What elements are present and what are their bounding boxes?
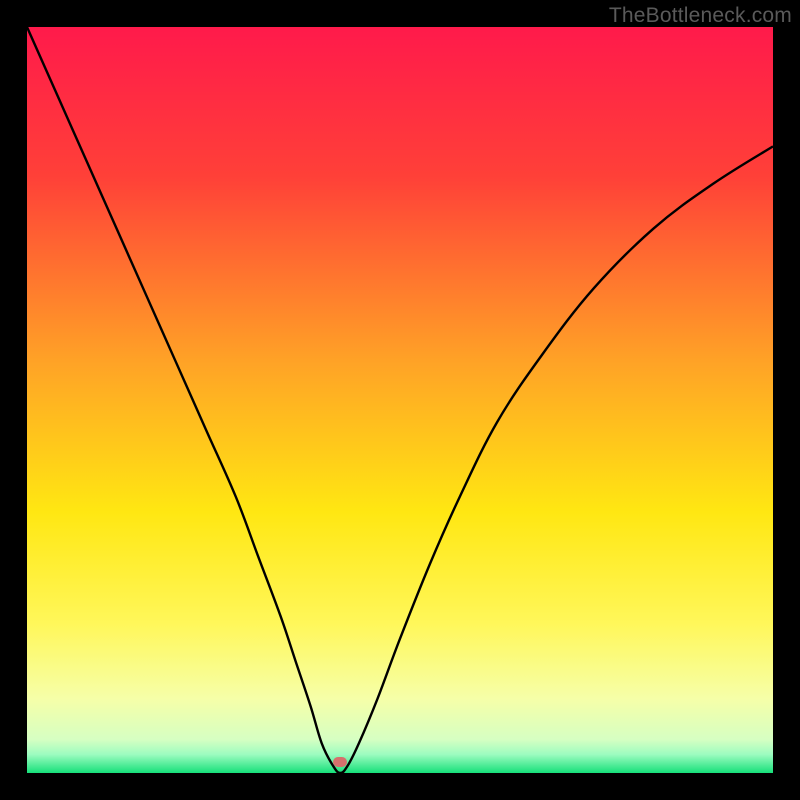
bottleneck-chart — [27, 27, 773, 773]
optimal-point-marker — [333, 757, 347, 767]
gradient-background — [27, 27, 773, 773]
watermark-text: TheBottleneck.com — [609, 4, 792, 28]
chart-frame — [27, 27, 773, 773]
